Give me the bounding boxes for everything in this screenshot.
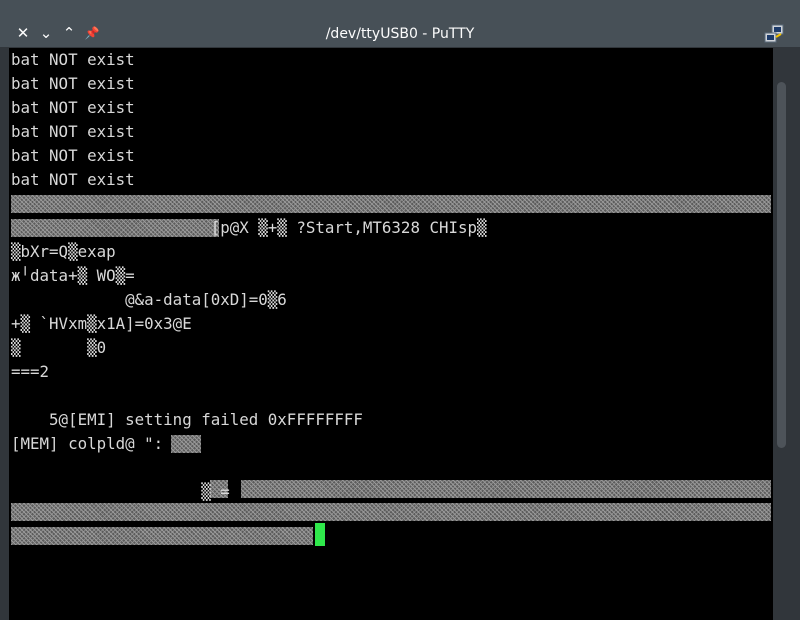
garbage-block [11,195,771,213]
terminal-line: [MEM] colpld@ ": [11,434,164,453]
title-bar[interactable]: ✕ ⌄ ⌃ 📌 /dev/ttyUSB0 - PuTTY [0,0,800,47]
terminal-line: bat NOT exist [11,170,135,189]
terminal-line: ▒ = [11,482,230,501]
putty-app-icon[interactable] [764,24,786,44]
window-title: /dev/ttyUSB0 - PuTTY [325,26,475,42]
garbage-block [241,480,771,498]
terminal-line: +▒ `HVxm▒x1A]=0x3@E [11,314,192,333]
text-cursor [315,523,325,546]
terminal-line: ж╵data+▒ WO▒= [11,266,135,285]
terminal-line: bat NOT exist [11,74,135,93]
terminal-line: ▒ ▒0 [11,338,107,357]
terminal-line: @&a-data[0xD]=0▒6 [11,290,287,309]
terminal-line: bat NOT exist [11,50,135,69]
terminal-line: ▒bXr=Q▒exap [11,242,116,261]
garbage-block [11,503,771,521]
putty-window: ✕ ⌄ ⌃ 📌 /dev/ttyUSB0 - PuTTY bat NOT exi… [0,0,800,620]
terminal-line: ===2 [11,362,50,381]
terminal-screen[interactable]: bat NOT exist bat NOT exist bat NOT exis… [9,48,773,620]
terminal-line: bat NOT exist [11,98,135,117]
garbage-block [171,435,201,453]
garbage-block [11,527,313,545]
terminal-line: bat NOT exist [11,146,135,165]
scrollbar-thumb[interactable] [777,82,786,448]
terminal-line: 5@[EMI] setting failed 0xFFFFFFFF [11,410,363,429]
terminal-line: bat NOT exist [11,122,135,141]
terminal-line: [p@X ▒+▒ ?Start,MT6328 CHIsp▒ [11,218,487,237]
